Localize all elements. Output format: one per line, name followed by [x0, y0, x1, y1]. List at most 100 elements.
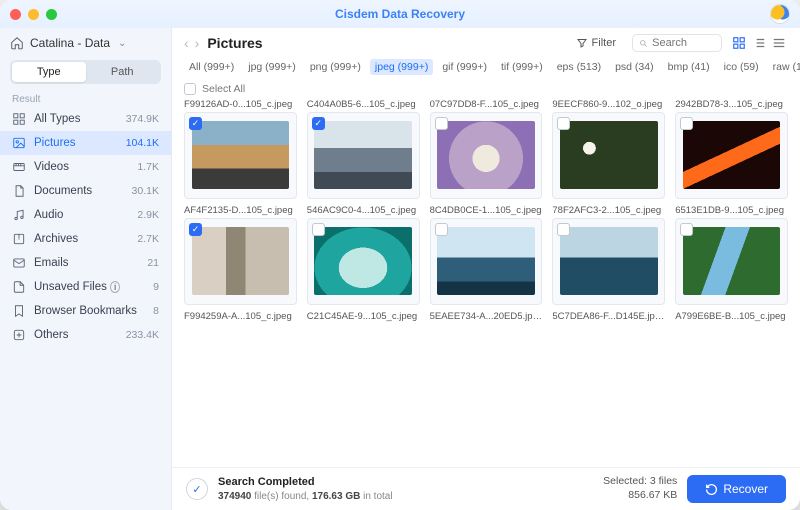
email-icon — [12, 256, 26, 270]
other-icon — [12, 328, 26, 342]
sidebar-item-audio[interactable]: Audio2.9K — [0, 203, 171, 227]
search-icon — [639, 38, 648, 49]
file-checkbox[interactable] — [557, 223, 570, 236]
file-checkbox[interactable] — [312, 223, 325, 236]
sidebar-item-label: All Types — [34, 113, 118, 125]
file-thumbnail[interactable] — [184, 218, 297, 305]
app-title: Cisdem Data Recovery — [335, 7, 465, 21]
detail-view-button[interactable] — [770, 34, 788, 52]
grid-view-button[interactable] — [730, 34, 748, 52]
result-section-label: Result — [0, 90, 171, 107]
sidebar-item-count: 2.7K — [137, 233, 159, 245]
sidebar-item-count: 8 — [153, 305, 159, 317]
sidebar-item-count: 21 — [147, 257, 159, 269]
file-thumbnail[interactable] — [184, 112, 297, 199]
filter-tag[interactable]: All (999+) — [184, 59, 239, 75]
file-thumbnail[interactable] — [307, 112, 420, 199]
picture-icon — [12, 136, 26, 150]
file-name: 9EECF860-9...102_o.jpeg — [552, 99, 665, 110]
status-complete-icon: ✓ — [186, 478, 208, 500]
selection-count: Selected: 3 files — [603, 475, 677, 489]
titlebar: Cisdem Data Recovery — [0, 0, 800, 28]
sidebar-item-archives[interactable]: Archives 2.7K — [0, 227, 171, 251]
file-name: F994259A-A...105_c.jpeg — [184, 311, 297, 322]
filter-label: Filter — [592, 37, 616, 49]
filter-tag[interactable]: jpg (999+) — [243, 59, 301, 75]
page-title: Pictures — [207, 35, 262, 51]
sidebar-item-emails[interactable]: Emails21 — [0, 251, 171, 275]
filter-tag[interactable]: tif (999+) — [496, 59, 548, 75]
sidebar-item-others[interactable]: Others233.4K — [0, 323, 171, 347]
file-checkbox[interactable] — [312, 117, 325, 130]
filter-tag[interactable]: gif (999+) — [437, 59, 492, 75]
sidebar-item-documents[interactable]: Documents30.1K — [0, 179, 171, 203]
file-checkbox[interactable] — [435, 117, 448, 130]
all-icon — [12, 112, 26, 126]
breadcrumb[interactable]: Catalina - Data ⌄ — [0, 28, 171, 56]
close-window-button[interactable] — [10, 9, 21, 20]
sidebar-item-videos[interactable]: Videos1.7K — [0, 155, 171, 179]
status-text: Search Completed 374940 file(s) found, 1… — [218, 475, 393, 502]
select-all-checkbox[interactable] — [184, 83, 196, 95]
file-name: 78F2AFC3-2...105_c.jpeg — [552, 205, 665, 216]
file-thumbnail[interactable] — [675, 112, 788, 199]
sidebar-item-count: 30.1K — [132, 185, 159, 197]
filter-tag[interactable]: ico (59) — [719, 59, 764, 75]
filter-tag[interactable]: raw (1) — [768, 59, 800, 75]
file-thumbnail[interactable] — [430, 112, 543, 199]
sidebar-item-label: Browser Bookmarks — [34, 305, 145, 317]
file-checkbox[interactable] — [680, 223, 693, 236]
sidebar-item-count: 104.1K — [126, 137, 159, 149]
status-bar: ✓ Search Completed 374940 file(s) found,… — [172, 467, 800, 510]
sidebar-item-unsaved-files[interactable]: Unsaved Files i 9 — [0, 275, 171, 299]
video-icon — [12, 160, 26, 174]
file-thumbnail[interactable] — [552, 112, 665, 199]
breadcrumb-caret-icon: ⌄ — [118, 38, 126, 49]
filter-tag[interactable]: jpeg (999+) — [370, 59, 433, 75]
select-all-row[interactable]: Select All — [172, 80, 800, 99]
archive-icon — [12, 232, 26, 246]
maximize-window-button[interactable] — [46, 9, 57, 20]
file-thumbnail[interactable] — [430, 218, 543, 305]
sidebar-item-label: Archives — [34, 233, 129, 245]
sidebar-item-browser-bookmarks[interactable]: Browser Bookmarks 8 — [0, 299, 171, 323]
toolbar: ‹ › Pictures Filter — [172, 28, 800, 56]
sidebar-item-pictures[interactable]: Pictures104.1K — [0, 131, 171, 155]
file-checkbox[interactable] — [557, 117, 570, 130]
status-title: Search Completed — [218, 475, 393, 489]
view-mode-buttons — [730, 34, 788, 52]
sidebar-item-all-types[interactable]: All Types 374.9K — [0, 107, 171, 131]
list-view-button[interactable] — [750, 34, 768, 52]
filter-tag[interactable]: eps (513) — [552, 59, 606, 75]
file-thumbnail[interactable] — [675, 218, 788, 305]
file-checkbox[interactable] — [435, 223, 448, 236]
file-thumbnail[interactable] — [307, 218, 420, 305]
file-checkbox[interactable] — [680, 117, 693, 130]
recover-button[interactable]: Recover — [687, 475, 786, 503]
sidebar-item-count: 374.9K — [126, 113, 159, 125]
file-thumbnail[interactable] — [552, 218, 665, 305]
nav-back-button[interactable]: ‹ — [184, 35, 189, 51]
file-name: 5C7DEA86-F...D145E.jpeg — [552, 311, 665, 322]
sidebar-item-label: Unsaved Files i — [34, 281, 145, 293]
file-checkbox[interactable] — [189, 117, 202, 130]
filter-tag[interactable]: png (999+) — [305, 59, 366, 75]
sidebar-tabs: Type Path — [10, 60, 161, 84]
search-box[interactable] — [632, 34, 722, 52]
file-checkbox[interactable] — [189, 223, 202, 236]
sidebar-item-label: Videos — [34, 161, 129, 173]
filter-button[interactable]: Filter — [568, 34, 624, 52]
main-panel: ‹ › Pictures Filter — [172, 28, 800, 510]
file-name: A799E6BE-B...105_c.jpeg — [675, 311, 788, 322]
file-name: 5EAEE734-A...20ED5.jpeg — [430, 311, 543, 322]
filter-tag[interactable]: bmp (41) — [663, 59, 715, 75]
sidebar-item-count: 9 — [153, 281, 159, 293]
tab-type[interactable]: Type — [12, 62, 86, 82]
user-avatar-icon[interactable] — [770, 4, 790, 24]
app-window: Cisdem Data Recovery Catalina - Data ⌄ T… — [0, 0, 800, 510]
nav-forward-button[interactable]: › — [195, 35, 200, 51]
search-input[interactable] — [652, 37, 715, 49]
tab-path[interactable]: Path — [86, 62, 160, 82]
minimize-window-button[interactable] — [28, 9, 39, 20]
filter-tag[interactable]: psd (34) — [610, 59, 659, 75]
